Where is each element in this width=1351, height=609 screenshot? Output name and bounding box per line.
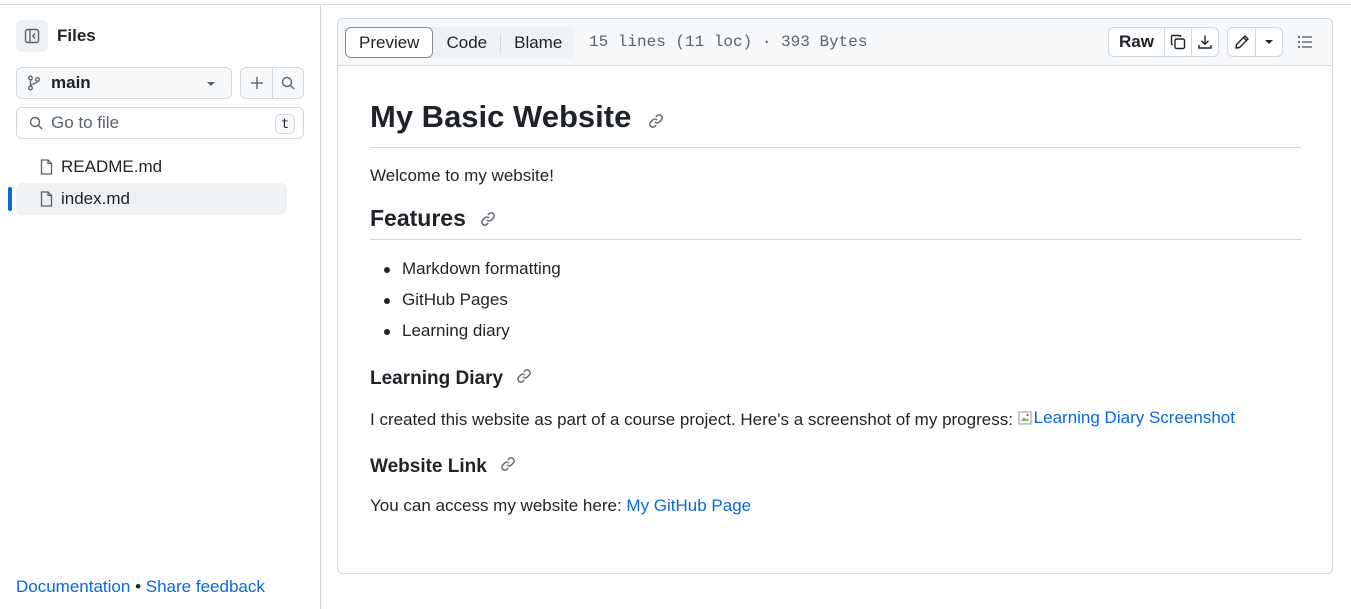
file-view-panel: Preview Code Blame 15 lines (11 loc) · 3… bbox=[337, 18, 1333, 574]
tree-item-label: index.md bbox=[61, 189, 130, 208]
copy-icon bbox=[1170, 34, 1186, 50]
list-item: Learning diary bbox=[370, 319, 1301, 350]
file-info: 15 lines (11 loc) · 393 Bytes bbox=[589, 33, 868, 51]
heading-text: My Basic Website bbox=[370, 99, 632, 134]
heading-anchor-link[interactable] bbox=[516, 368, 532, 390]
list-item: Markdown formatting bbox=[370, 257, 1301, 288]
outline-button[interactable] bbox=[1289, 27, 1321, 57]
active-indicator bbox=[8, 187, 12, 211]
heading-website-link: Website Link bbox=[370, 456, 1301, 478]
footer-separator: • bbox=[135, 577, 142, 596]
github-page-link[interactable]: My GitHub Page bbox=[626, 496, 751, 515]
diary-paragraph: I created this website as part of a cour… bbox=[370, 406, 1301, 432]
file-actions: Raw bbox=[1108, 27, 1321, 57]
sidebar-collapse-icon bbox=[24, 28, 40, 44]
collapse-sidebar-button[interactable] bbox=[16, 20, 48, 52]
go-to-file-placeholder: Go to file bbox=[51, 113, 120, 132]
branch-name: main bbox=[51, 73, 91, 92]
files-header: Files bbox=[16, 20, 96, 52]
pencil-icon bbox=[1234, 35, 1249, 49]
tree-item-readme[interactable]: README.md bbox=[16, 151, 287, 183]
file-icon bbox=[40, 191, 53, 207]
broken-image-link[interactable]: Learning Diary Screenshot bbox=[1018, 406, 1235, 430]
tab-blame[interactable]: Blame bbox=[501, 27, 575, 58]
download-button[interactable] bbox=[1191, 28, 1218, 56]
heading-text: Learning Diary bbox=[370, 368, 504, 390]
markdown-body: My Basic Website Welcome to my website! … bbox=[370, 99, 1301, 518]
copy-raw-button[interactable] bbox=[1164, 28, 1191, 56]
tab-code[interactable]: Code bbox=[433, 27, 500, 58]
tree-actions bbox=[240, 67, 304, 99]
keyboard-shortcut-hint: t bbox=[275, 114, 295, 134]
file-tree-sidebar: Files main Go to file t README.md index.… bbox=[0, 5, 321, 609]
chevron-down-icon bbox=[207, 82, 215, 86]
tab-preview[interactable]: Preview bbox=[345, 27, 434, 58]
link-icon bbox=[649, 113, 663, 128]
file-tree: README.md index.md bbox=[8, 151, 287, 215]
heading-anchor-link[interactable] bbox=[500, 456, 516, 478]
view-mode-tabs: Preview Code Blame bbox=[345, 27, 576, 58]
heading-features: Features bbox=[370, 204, 1301, 241]
list-item: GitHub Pages bbox=[370, 288, 1301, 319]
tree-item-index[interactable]: index.md bbox=[8, 183, 287, 215]
broken-image-icon bbox=[1018, 411, 1032, 425]
link-text: You can access my website here: bbox=[370, 496, 622, 516]
file-header: Preview Code Blame 15 lines (11 loc) · 3… bbox=[338, 19, 1332, 66]
link-icon bbox=[517, 369, 532, 384]
heading-my-basic-website: My Basic Website bbox=[370, 99, 1301, 148]
download-icon bbox=[1198, 35, 1212, 49]
tree-item-label: README.md bbox=[61, 157, 163, 176]
sidebar-footer: Documentation • Share feedback bbox=[16, 577, 265, 597]
go-to-file-input[interactable]: Go to file t bbox=[16, 107, 304, 139]
documentation-link[interactable]: Documentation bbox=[16, 577, 130, 596]
edit-file-button[interactable] bbox=[1228, 28, 1255, 56]
git-branch-icon bbox=[28, 75, 40, 91]
raw-button[interactable]: Raw bbox=[1109, 28, 1164, 56]
link-paragraph: You can access my website here: My GitHu… bbox=[370, 494, 1301, 518]
branch-selector-button[interactable]: main bbox=[16, 67, 232, 99]
link-icon bbox=[501, 457, 515, 472]
heading-learning-diary: Learning Diary bbox=[370, 368, 1301, 390]
search-icon bbox=[281, 76, 295, 90]
list-unordered-icon bbox=[1297, 35, 1312, 49]
plus-icon bbox=[250, 77, 263, 89]
search-icon bbox=[29, 116, 43, 130]
edit-actions-group bbox=[1227, 27, 1283, 57]
heading-text: Features bbox=[370, 204, 466, 231]
raw-actions-group: Raw bbox=[1108, 27, 1219, 57]
edit-options-dropdown[interactable] bbox=[1255, 28, 1282, 56]
heading-anchor-link[interactable] bbox=[480, 206, 496, 233]
features-list: Markdown formatting GitHub Pages Learnin… bbox=[370, 257, 1301, 350]
files-title: Files bbox=[57, 26, 96, 45]
search-code-button[interactable] bbox=[272, 68, 303, 98]
chevron-down-icon bbox=[1265, 40, 1273, 44]
add-file-button[interactable] bbox=[241, 68, 272, 98]
diary-text: I created this website as part of a cour… bbox=[370, 410, 1013, 430]
link-icon bbox=[481, 212, 496, 227]
share-feedback-link[interactable]: Share feedback bbox=[146, 577, 265, 596]
heading-anchor-link[interactable] bbox=[648, 101, 664, 137]
intro-paragraph: Welcome to my website! bbox=[370, 165, 554, 185]
file-icon bbox=[40, 159, 53, 175]
image-alt-text: Learning Diary Screenshot bbox=[1033, 408, 1235, 428]
heading-text: Website Link bbox=[370, 456, 487, 478]
